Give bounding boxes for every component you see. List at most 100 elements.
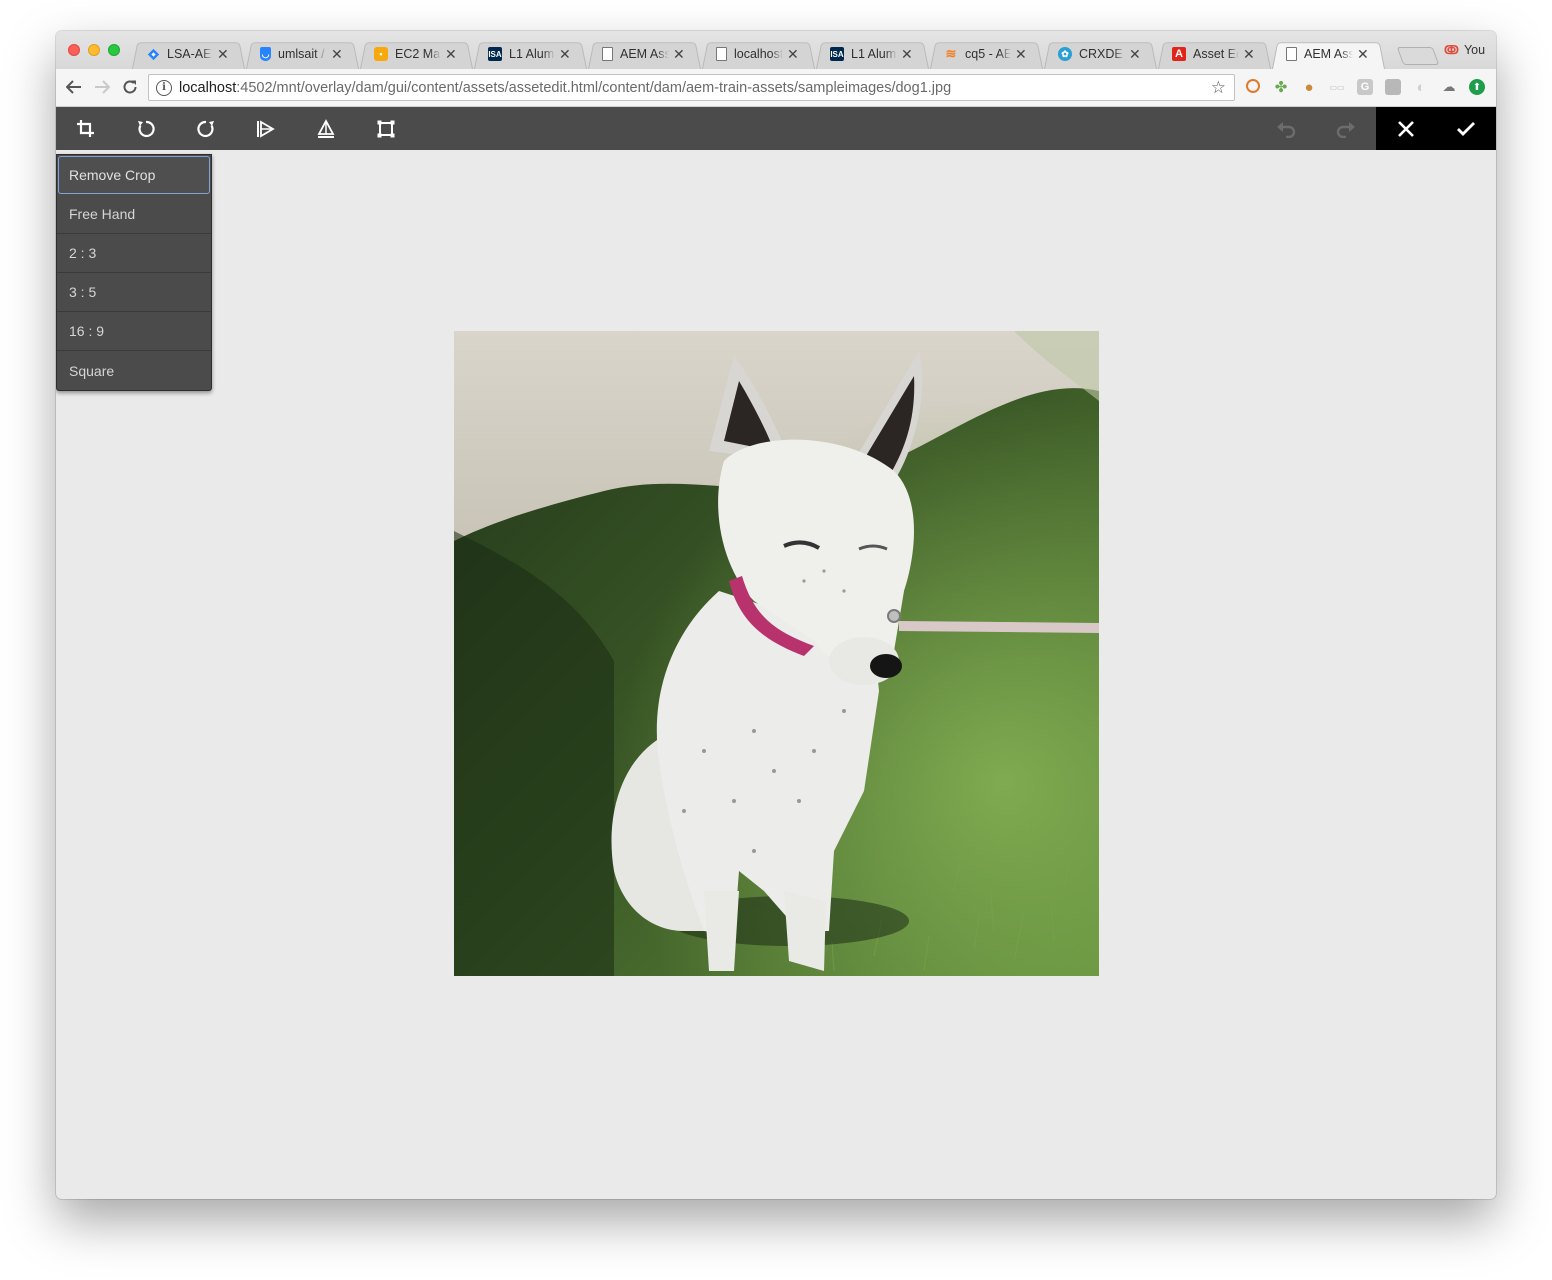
tab-close-icon[interactable]: ✕ (445, 46, 457, 63)
flip-horizontal-button[interactable] (236, 107, 296, 150)
tab-title: EC2 Mana (395, 47, 441, 61)
profile-icon: ↂ (1444, 43, 1459, 57)
profile-label: You (1463, 43, 1486, 57)
jira-diamond-icon (146, 47, 160, 61)
tab-close-icon[interactable]: ✕ (1243, 46, 1255, 63)
map-button[interactable] (356, 107, 416, 150)
back-button[interactable] (64, 77, 84, 97)
extension-box-icon[interactable] (1385, 79, 1401, 95)
crop-option-3-5[interactable]: 3 : 5 (57, 273, 211, 312)
tab-close-icon[interactable]: ✕ (901, 46, 913, 63)
tab-title: LSA-AEM- (167, 47, 213, 61)
crop-option-free-hand[interactable]: Free Hand (57, 195, 211, 234)
crop-option-remove-crop[interactable]: Remove Crop (58, 156, 210, 194)
forward-button[interactable] (92, 77, 112, 97)
tab-close-icon[interactable]: ✕ (1357, 46, 1369, 63)
lsa-icon: ISA (488, 47, 502, 61)
browser-tab[interactable]: ISA L1 Alumni ✕ (816, 39, 929, 69)
lsa-icon: ISA (830, 47, 844, 61)
profile-button[interactable]: ↂ You (1444, 43, 1485, 57)
browser-tab[interactable]: ≋ cq5 - AEM ✕ (930, 39, 1043, 69)
close-window-button[interactable] (68, 44, 80, 56)
extension-cloud-icon[interactable]: ☁ (1441, 79, 1457, 95)
map-icon (377, 120, 395, 137)
tab-title: L1 Alumni (851, 47, 897, 61)
rotate-left-icon (138, 120, 155, 137)
address-row: i localhost:4502/mnt/overlay/dam/gui/con… (56, 69, 1496, 107)
minimize-window-button[interactable] (88, 44, 100, 56)
tab-close-icon[interactable]: ✕ (1129, 46, 1141, 63)
image-editor-toolbar (56, 107, 1496, 150)
crop-option-square[interactable]: Square (57, 351, 211, 390)
tab-close-icon[interactable]: ✕ (787, 46, 799, 63)
browser-tab[interactable]: AEM Asset ✕ (588, 39, 701, 69)
tab-title: cq5 - AEM (965, 47, 1011, 61)
redo-button[interactable] (1316, 107, 1376, 150)
crop-button[interactable] (56, 107, 116, 150)
close-icon (1398, 120, 1414, 137)
extension-ring-icon[interactable] (1246, 79, 1260, 93)
undo-button[interactable] (1256, 107, 1316, 150)
undo-icon (1277, 121, 1296, 138)
new-tab-button[interactable] (1396, 47, 1440, 65)
tab-close-icon[interactable]: ✕ (217, 46, 229, 63)
tab-close-icon[interactable]: ✕ (559, 46, 571, 63)
browser-tab[interactable]: localhost: ✕ (702, 39, 815, 69)
crop-icon (77, 119, 94, 137)
reload-button[interactable] (120, 77, 140, 97)
tab-close-icon[interactable]: ✕ (673, 46, 685, 63)
flip-vertical-icon (317, 118, 335, 138)
crop-option-16-9[interactable]: 16 : 9 (57, 312, 211, 351)
tab-title: CRXDE Lit (1079, 47, 1125, 61)
page-icon (1286, 47, 1297, 61)
tab-strip: LSA-AEM- ✕ ◡ umlsait / L ✕ ▪ EC2 Mana ✕ … (56, 31, 1496, 69)
rotate-right-button[interactable] (176, 107, 236, 150)
address-bar[interactable]: i localhost:4502/mnt/overlay/dam/gui/con… (148, 74, 1235, 101)
rotate-left-button[interactable] (116, 107, 176, 150)
info-icon[interactable]: i (156, 79, 172, 96)
tab-title: umlsait / L (278, 47, 327, 61)
tab-close-icon[interactable]: ✕ (331, 46, 343, 63)
flip-vertical-button[interactable] (296, 107, 356, 150)
tab-close-icon[interactable]: ✕ (1015, 46, 1027, 63)
cancel-button[interactable] (1376, 107, 1436, 150)
redo-icon (1336, 121, 1355, 138)
tab-title: AEM Asset (1304, 47, 1353, 61)
flip-horizontal-icon (257, 119, 275, 138)
crop-option-2-3[interactable]: 2 : 3 (57, 234, 211, 273)
bitbucket-icon: ◡ (260, 47, 271, 61)
extension-puzzle-icon[interactable]: ✤ (1273, 79, 1289, 96)
url-host: localhost (179, 79, 237, 96)
page-icon (602, 47, 613, 61)
crxde-icon: ✿ (1058, 47, 1072, 61)
adobe-icon: A (1172, 47, 1186, 61)
bookmark-star-icon[interactable]: ☆ (1211, 78, 1226, 98)
aws-cube-icon: ▪ (374, 47, 388, 61)
asset-image[interactable] (454, 331, 1099, 976)
rotate-right-icon (197, 120, 214, 137)
check-icon (1457, 121, 1475, 136)
browser-tab[interactable]: A Asset Edit ✕ (1158, 39, 1271, 69)
url-path: :4502/mnt/overlay/dam/gui/content/assets… (236, 79, 952, 96)
confirm-button[interactable] (1436, 107, 1496, 150)
cookie-icon[interactable]: ● (1301, 79, 1317, 96)
browser-window: LSA-AEM- ✕ ◡ umlsait / L ✕ ▪ EC2 Mana ✕ … (56, 31, 1496, 1199)
browser-tab-active[interactable]: AEM Asset ✕ (1272, 39, 1385, 69)
browser-tab[interactable]: LSA-AEM- ✕ (132, 39, 245, 69)
page-icon (716, 47, 727, 61)
extension-green-icon[interactable]: ⬆ (1469, 79, 1485, 95)
dog-photo (454, 331, 1099, 976)
browser-tab[interactable]: ◡ umlsait / L ✕ (246, 39, 359, 69)
crop-options-menu: Remove Crop Free Hand 2 : 3 3 : 5 16 : 9… (56, 154, 212, 391)
extension-swirl-icon[interactable]: ◐ (1413, 79, 1429, 96)
tab-title: localhost: (734, 47, 783, 61)
browser-tab[interactable]: ▪ EC2 Mana ✕ (360, 39, 473, 69)
zoom-window-button[interactable] (108, 44, 120, 56)
browser-tab[interactable]: ISA L1 Alumni ✕ (474, 39, 587, 69)
grammarly-g-icon[interactable]: G (1357, 79, 1373, 95)
stackoverflow-icon: ≋ (945, 46, 957, 61)
tab-title: L1 Alumni (509, 47, 555, 61)
tab-title: Asset Edit (1193, 47, 1239, 61)
browser-tab[interactable]: ✿ CRXDE Lit ✕ (1044, 39, 1157, 69)
extension-text-icon[interactable]: ▭▭ (1329, 79, 1345, 95)
